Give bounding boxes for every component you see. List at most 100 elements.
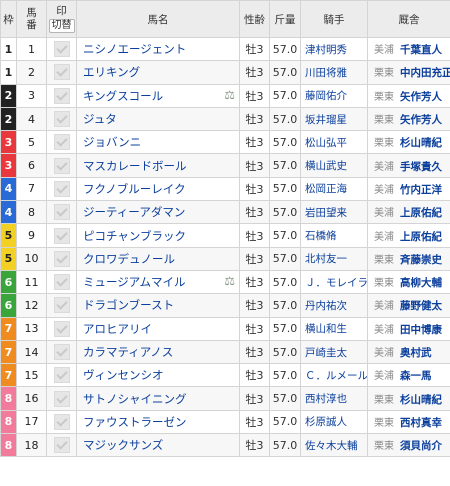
horse-name-link[interactable]: ジーティーアダマン [83, 205, 185, 219]
waku-number: 7 [0, 363, 17, 388]
jockey-link[interactable]: 津村明秀 [300, 36, 368, 62]
jockey-link[interactable]: Ｃ．ルメール [300, 363, 368, 388]
horse-name-link[interactable]: サトノシャイニング [83, 392, 187, 406]
horse-name-link[interactable]: アロヒアリイ [83, 322, 152, 336]
trainer-link[interactable]: 藤野健太 [400, 300, 442, 312]
trainer-link[interactable]: 中内田充正 [400, 67, 450, 79]
jockey-link[interactable]: 川田将雅 [300, 60, 368, 85]
jockey-link[interactable]: 杉原誠人 [300, 409, 368, 435]
horse-name-cell: キングスコール ⚖ [76, 83, 240, 108]
trainer-area: 美浦 [374, 45, 394, 57]
mark-cell [46, 363, 77, 388]
horse-name-link[interactable]: ミュージアムマイル [83, 275, 185, 289]
jockey-link[interactable]: Ｊ．モレイラ [300, 269, 368, 295]
jockey-link[interactable]: 石橋脩 [300, 223, 368, 248]
jockey-link[interactable]: 丹内祐次 [300, 293, 368, 318]
mark-checkbox[interactable] [53, 227, 70, 244]
trainer-link[interactable]: 竹内正洋 [400, 184, 442, 196]
horse-name-link[interactable]: ジュタ [83, 112, 117, 126]
trainer-link[interactable]: 西村真幸 [400, 417, 442, 429]
trainer-link[interactable]: 千葉直人 [400, 44, 442, 56]
horse-name-link[interactable]: ピコチャンブラック [83, 229, 186, 243]
trainer-link[interactable]: 上原佑紀 [400, 231, 442, 243]
trainer-link[interactable]: 須貝尚介 [400, 440, 442, 452]
horse-name-link[interactable]: クロワデュノール [83, 252, 175, 266]
jockey-link[interactable]: 北村友一 [300, 246, 368, 271]
trainer-link[interactable]: 田中博康 [400, 324, 442, 336]
mark-checkbox[interactable] [53, 367, 70, 384]
jockey-link[interactable]: 坂井瑠星 [300, 106, 368, 132]
horse-name-cell: マジックサンズ [76, 433, 240, 458]
trainer-cell: 栗東 杉山晴紀 [367, 386, 450, 411]
sex-age: 牡3 [239, 223, 270, 248]
jockey-link[interactable]: 岩田望来 [300, 200, 368, 225]
trainer-link[interactable]: 矢作芳人 [400, 91, 442, 103]
trainer-link[interactable]: 高柳大輔 [400, 277, 442, 289]
jockey-link[interactable]: 佐々木大輔 [300, 433, 368, 458]
trainer-link[interactable]: 矢作芳人 [400, 114, 442, 126]
trainer-link[interactable]: 森一馬 [400, 370, 432, 382]
mark-checkbox[interactable] [53, 87, 70, 104]
horse-name-link[interactable]: カラマティアノス [83, 345, 173, 359]
jockey-link[interactable]: 松岡正海 [300, 176, 368, 202]
trainer-link[interactable]: 杉山晴紀 [400, 394, 442, 406]
horse-name-link[interactable]: フクノブルーレイク [83, 182, 186, 196]
mark-cell [46, 106, 77, 132]
sex-age: 牡3 [239, 339, 270, 365]
horse-name-link[interactable]: エリキング [83, 65, 140, 79]
table-row: 5 10 クロワデュノール 牡3 57.0 北村友一 栗東 斉藤崇史 [0, 246, 450, 271]
mark-checkbox[interactable] [53, 180, 70, 197]
horse-name-link[interactable]: マスカレードボール [83, 159, 187, 173]
jockey-link[interactable]: 横山和生 [300, 316, 368, 341]
header-trainer: 厩舎 [367, 0, 450, 38]
jockey-link[interactable]: 戸崎圭太 [300, 339, 368, 365]
mark-checkbox[interactable] [53, 250, 70, 267]
jockey-link[interactable]: 横山武史 [300, 153, 368, 178]
sex-age: 牡3 [239, 269, 270, 295]
horse-name-link[interactable]: キングスコール [83, 89, 163, 103]
table-body: 1 1 ニシノエージェント 牡3 57.0 津村明秀 美浦 千葉直人 1 2 エリキング 牡3 57.0… [0, 36, 450, 458]
mark-checkbox[interactable] [53, 413, 70, 430]
sex-age: 牡3 [239, 316, 270, 341]
sex-age: 牡3 [239, 433, 270, 458]
mark-checkbox[interactable] [53, 204, 70, 221]
jockey-link[interactable]: 松山弘平 [300, 130, 368, 155]
horse-name-link[interactable]: ニシノエージェント [83, 42, 186, 56]
waku-number: 6 [0, 293, 17, 318]
horse-name-link[interactable]: マジックサンズ [83, 438, 163, 452]
mark-cell [46, 409, 77, 435]
mark-cell [46, 60, 77, 85]
mark-checkbox[interactable] [53, 437, 70, 454]
waku-number: 2 [0, 106, 17, 132]
header-sex-age: 性齢 [239, 0, 270, 38]
table-row: 2 3 キングスコール ⚖ 牡3 57.0 藤岡佑介 栗東 矢作芳人 [0, 83, 450, 108]
trainer-link[interactable]: 斉藤崇史 [400, 254, 442, 266]
carried-weight: 57.0 [269, 316, 301, 341]
carried-weight: 57.0 [269, 363, 301, 388]
horse-name-link[interactable]: ジョバンニ [83, 135, 141, 149]
trainer-link[interactable]: 奥村武 [400, 347, 432, 359]
mark-checkbox[interactable] [53, 134, 70, 151]
mark-checkbox[interactable] [53, 344, 70, 360]
mark-checkbox[interactable] [53, 111, 70, 128]
jockey-link[interactable]: 藤岡佑介 [300, 83, 368, 108]
mark-checkbox[interactable] [53, 64, 70, 81]
mark-checkbox[interactable] [53, 274, 70, 291]
trainer-link[interactable]: 杉山晴紀 [400, 137, 442, 149]
horse-name-link[interactable]: ドラゴンブースト [83, 298, 174, 312]
mark-checkbox[interactable] [53, 390, 70, 407]
horse-name-link[interactable]: ヴィンセンシオ [83, 368, 164, 382]
trainer-link[interactable]: 手塚貴久 [400, 161, 442, 173]
mark-checkbox[interactable] [53, 320, 70, 337]
mark-toggle-button[interactable]: 切替 [48, 19, 75, 33]
trainer-link[interactable]: 上原佑紀 [400, 207, 442, 219]
horse-number: 17 [16, 409, 47, 435]
mark-checkbox[interactable] [53, 41, 70, 58]
trainer-cell: 美浦 森一馬 [367, 363, 450, 388]
mark-checkbox[interactable] [53, 297, 70, 314]
horse-name-link[interactable]: ファウストラーゼン [83, 415, 187, 429]
jockey-link[interactable]: 西村淳也 [300, 386, 368, 411]
mark-checkbox[interactable] [53, 157, 70, 174]
carried-weight: 57.0 [269, 269, 301, 295]
horse-number: 5 [16, 130, 47, 155]
